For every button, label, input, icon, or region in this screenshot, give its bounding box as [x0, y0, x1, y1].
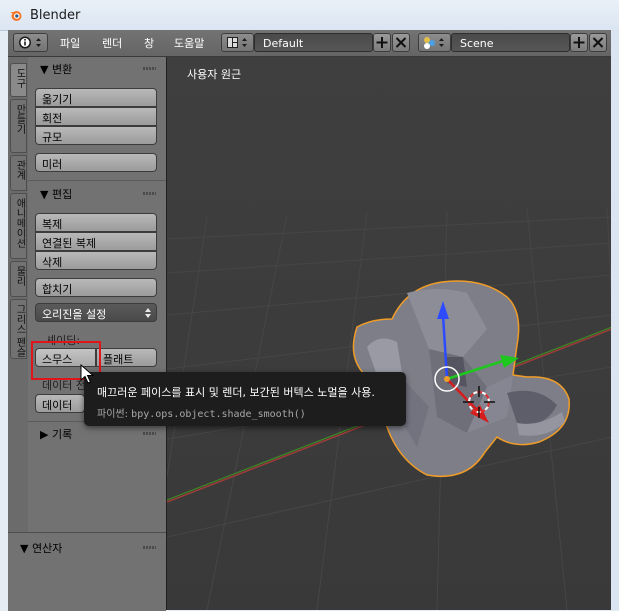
drag-grip-icon[interactable]	[143, 192, 156, 195]
tab-relations[interactable]: 관계	[10, 155, 27, 191]
history-panel-header[interactable]: ▶ 기록	[28, 423, 166, 443]
tab-physics[interactable]: 물리	[10, 261, 27, 297]
close-icon	[592, 37, 604, 48]
duplicate-button-label: 복제	[42, 218, 63, 231]
scene-name-value: Scene	[460, 37, 494, 50]
layout-browse-button[interactable]	[221, 33, 254, 52]
delete-button[interactable]: 삭제	[35, 251, 157, 270]
scale-button-label: 규모	[42, 131, 63, 144]
set-origin-dropdown-label: 오리진을 설정	[42, 308, 107, 321]
tooltip-python-call: bpy.ops.object.shade_smooth()	[131, 409, 306, 420]
history-panel-title: ▶ 기록	[40, 428, 73, 441]
layout-name-value: Default	[263, 37, 304, 50]
tooltip-description: 매끄러운 페이스를 표시 및 렌더, 보간된 버텍스 노멀을 사용.	[97, 386, 375, 399]
operator-panel-title: ▼ 연산자	[20, 542, 63, 555]
set-origin-dropdown[interactable]: 오리진을 설정	[35, 303, 157, 322]
tool-shelf-tabs: 도구 만들기 관계 애니메이션 물리 그리스 펜슬	[8, 57, 29, 532]
panel-divider	[28, 180, 166, 181]
data-button-label: 데이터	[42, 399, 73, 412]
window-title: Blender	[30, 8, 81, 23]
edit-panel-header[interactable]: ▼ 편집	[28, 183, 166, 203]
info-icon	[19, 36, 41, 49]
scene-browse-button[interactable]	[418, 33, 451, 52]
transform-panel-header[interactable]: ▼ 변환	[28, 58, 166, 78]
editor-type-button[interactable]	[13, 33, 48, 52]
window-title-bar: Blender	[0, 0, 619, 31]
tab-animation-label: 애니메이션	[14, 198, 25, 248]
duplicate-button[interactable]: 복제	[35, 213, 157, 232]
delete-button-label: 삭제	[42, 256, 63, 269]
tab-create[interactable]: 만들기	[10, 99, 27, 153]
rotate-button-label: 회전	[42, 112, 63, 125]
menu-render[interactable]: 렌더	[102, 35, 122, 51]
remove-scene-button[interactable]	[589, 33, 607, 52]
drag-grip-icon[interactable]	[143, 432, 156, 435]
tab-grease-pencil-label: 그리스 펜슬	[14, 304, 25, 358]
operator-panel-header[interactable]: ▼ 연산자	[8, 537, 166, 557]
join-button-label: 합치기	[42, 283, 73, 296]
viewport-scene	[167, 206, 612, 610]
mouse-pointer-icon	[80, 364, 94, 384]
tab-create-label: 만들기	[14, 104, 25, 134]
mirror-button-label: 미러	[42, 158, 63, 171]
window-right-border	[611, 30, 619, 610]
tab-relations-label: 관계	[14, 160, 25, 180]
tab-tools-label: 도구	[14, 68, 25, 88]
join-button[interactable]: 합치기	[35, 278, 157, 297]
drag-grip-icon[interactable]	[143, 546, 156, 549]
duplicate-linked-button[interactable]: 연결된 복제	[35, 232, 157, 251]
chevron-updown-icon	[145, 308, 151, 318]
edit-panel-title: ▼ 편집	[40, 188, 73, 201]
info-header: 파일 렌더 창 도움말 Default Scene	[8, 30, 611, 57]
layout-icon	[227, 37, 247, 48]
tab-physics-label: 물리	[14, 266, 25, 286]
duplicate-linked-button-label: 연결된 복제	[42, 237, 97, 250]
plus-icon	[573, 37, 585, 48]
transform-panel-title: ▼ 변환	[40, 63, 73, 76]
scale-button[interactable]: 규모	[35, 126, 157, 145]
plus-icon	[376, 37, 388, 48]
tab-animation[interactable]: 애니메이션	[10, 193, 27, 259]
menu-window[interactable]: 창	[144, 35, 154, 51]
blender-logo-icon	[10, 11, 22, 21]
translate-button-label: 옮기기	[42, 93, 73, 106]
tab-grease-pencil[interactable]: 그리스 펜슬	[10, 299, 27, 359]
scene-icon	[424, 37, 444, 49]
tooltip-python-label: 파이썬:	[97, 409, 128, 420]
mirror-button[interactable]: 미러	[35, 153, 157, 172]
translate-button[interactable]: 옮기기	[35, 88, 157, 107]
shade-flat-label: 플래트	[103, 353, 134, 366]
rotate-button[interactable]: 회전	[35, 107, 157, 126]
menu-help[interactable]: 도움말	[174, 35, 204, 51]
shade-smooth-tooltip: 매끄러운 페이스를 표시 및 렌더, 보간된 버텍스 노멀을 사용. 파이썬: …	[84, 372, 406, 426]
close-icon	[395, 37, 407, 48]
layout-name-field[interactable]: Default	[254, 33, 373, 52]
remove-layout-button[interactable]	[392, 33, 410, 52]
scene-name-field[interactable]: Scene	[451, 33, 570, 52]
tab-tools[interactable]: 도구	[10, 63, 27, 97]
add-scene-button[interactable]	[570, 33, 588, 52]
tool-shelf: ▼ 변환 옮기기 회전 규모 미러 ▼ 편집 복제 연결된 복제 삭제 합치기 …	[28, 57, 166, 532]
drag-grip-icon[interactable]	[143, 67, 156, 70]
3d-viewport[interactable]: 사용자 원근	[166, 57, 612, 610]
viewport-view-label: 사용자 원근	[187, 68, 242, 81]
operator-panel: ▼ 연산자	[8, 532, 166, 611]
tooltip-python: 파이썬: bpy.ops.object.shade_smooth()	[97, 405, 306, 420]
data-button[interactable]: 데이터	[35, 394, 85, 413]
add-layout-button[interactable]	[373, 33, 391, 52]
blender-window: Blender 파일 렌더 창 도움말 Default Scene 도구 만들기…	[0, 0, 619, 611]
object-origin-dot	[444, 376, 450, 382]
shade-flat-button[interactable]: 플래트	[96, 348, 157, 367]
menu-file[interactable]: 파일	[60, 35, 80, 51]
